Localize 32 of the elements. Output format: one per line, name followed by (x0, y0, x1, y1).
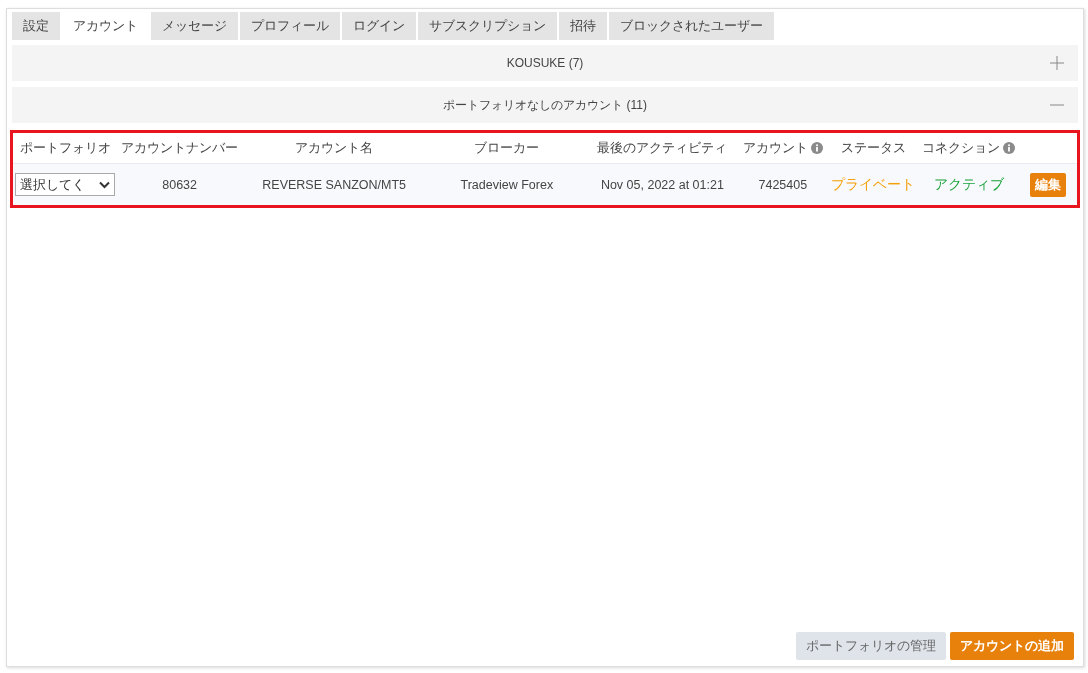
tab[interactable]: メッセージ (151, 12, 238, 40)
tab[interactable]: ブロックされたユーザー (609, 12, 774, 40)
tab[interactable]: 招待 (559, 12, 607, 40)
status-text: プライベート (831, 175, 916, 192)
portfolio-select[interactable]: 選択してく (15, 173, 116, 196)
info-icon (1003, 142, 1016, 154)
tab[interactable]: 設定 (12, 12, 60, 40)
table-cell: REVERSE SANZON/MT5 (262, 177, 407, 192)
section-title: ポートフォリオなしのアカウント (11) (443, 96, 647, 114)
column-header: アカウント名 (295, 139, 374, 157)
table-cell: Tradeview Forex (460, 177, 554, 192)
table-cell: 80632 (162, 177, 197, 192)
info-icon (810, 142, 823, 154)
tab[interactable]: サブスクリプション (418, 12, 557, 40)
table-cell: 7425405 (758, 177, 808, 192)
section-title: KOUSUKE (7) (506, 56, 584, 70)
status-text: アクティブ (933, 175, 1004, 192)
column-header: アカウントナンバー (121, 139, 239, 157)
tab[interactable]: ログイン (342, 12, 416, 40)
column-header: ブローカー (474, 139, 540, 157)
column-header: 最後のアクティビティ (597, 139, 728, 157)
column-header: ポートフォリオ (19, 139, 111, 157)
manage-portfolio-button[interactable]: ポートフォリオの管理 (796, 632, 946, 660)
column-header: ステータス (840, 139, 906, 157)
table-cell: Nov 05, 2022 at 01:21 (600, 177, 724, 192)
chevron-down-icon (99, 180, 111, 189)
section-header[interactable]: ポートフォリオなしのアカウント (11) (12, 87, 1078, 123)
tab[interactable]: プロフィール (240, 12, 340, 40)
section-header[interactable]: KOUSUKE (7) (12, 45, 1078, 81)
column-header: アカウント (742, 139, 808, 157)
column-header: コネクション (922, 139, 1001, 157)
plus-icon (1050, 56, 1064, 70)
